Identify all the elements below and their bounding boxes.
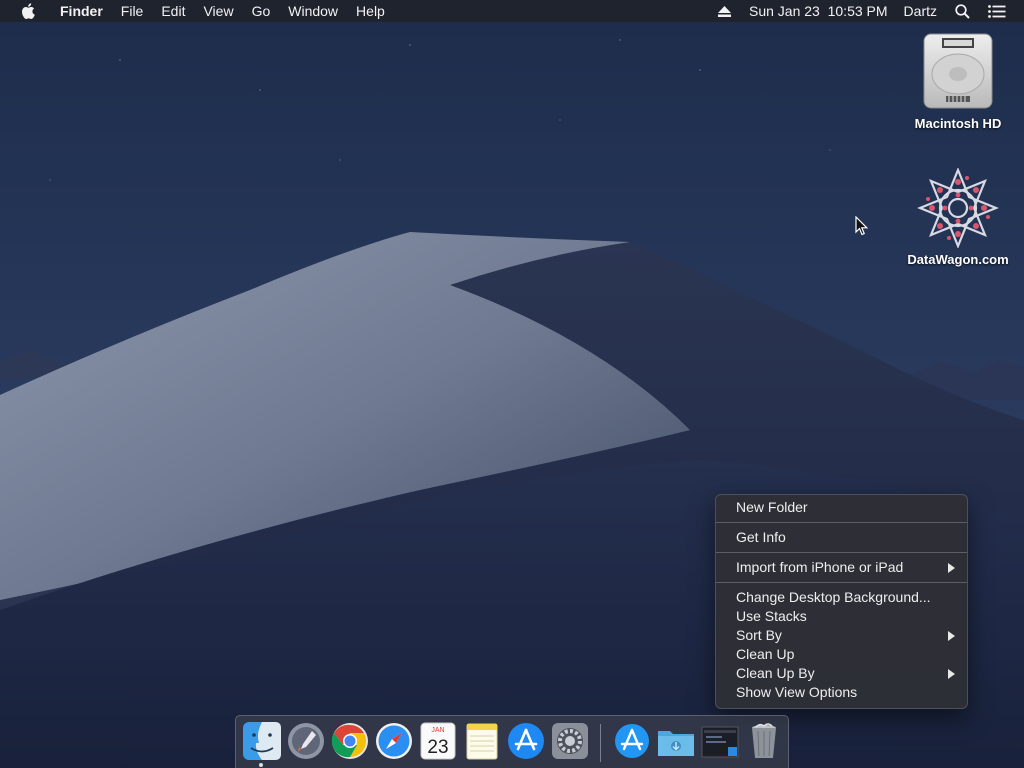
eject-icon[interactable] [712, 0, 737, 22]
context-item-label: New Folder [736, 499, 808, 515]
submenu-arrow-icon [948, 631, 955, 641]
context-item-import-from-iphone[interactable]: Import from iPhone or iPad [716, 558, 967, 577]
downloads-folder-icon[interactable] [656, 721, 696, 761]
submenu-arrow-icon [948, 669, 955, 679]
menu-window[interactable]: Window [279, 0, 347, 22]
mandala-disk-icon [917, 168, 999, 248]
context-item-label: Sort By [736, 627, 782, 643]
calendar-day: 23 [427, 737, 448, 758]
chrome-icon[interactable] [330, 721, 370, 761]
dock: JAN 23 [235, 715, 789, 768]
calendar-icon[interactable]: JAN 23 [418, 721, 458, 761]
dock-separator [600, 724, 601, 762]
context-item-label: Show View Options [736, 684, 858, 700]
menu-separator [716, 582, 967, 583]
menu-bar-left: Finder File Edit View Go Window Help [0, 0, 394, 22]
context-item-get-info[interactable]: Get Info [716, 528, 967, 547]
menu-edit[interactable]: Edit [152, 0, 194, 22]
desktop-icon-datawagon[interactable]: DataWagon.com [903, 168, 1013, 267]
context-item-use-stacks[interactable]: Use Stacks [716, 607, 967, 626]
menu-clock[interactable]: Sun Jan 23 10:53 PM [743, 0, 894, 22]
context-item-label: Import from iPhone or iPad [736, 559, 904, 575]
context-item-clean-up[interactable]: Clean Up [716, 645, 967, 664]
context-item-clean-up-by[interactable]: Clean Up By [716, 664, 967, 683]
trash-icon[interactable] [744, 721, 784, 761]
apple-icon[interactable] [17, 0, 39, 22]
app-store-icon[interactable] [506, 721, 546, 761]
desktop-icon-macintosh-hd[interactable]: Macintosh HD [903, 32, 1013, 131]
context-item-label: Clean Up By [736, 665, 815, 681]
menu-go[interactable]: Go [243, 0, 280, 22]
context-item-new-folder[interactable]: New Folder [716, 498, 967, 517]
screen-recording-icon[interactable] [700, 721, 740, 761]
context-item-label: Change Desktop Background... [736, 589, 931, 605]
context-item-sort-by[interactable]: Sort By [716, 626, 967, 645]
launchpad-icon[interactable] [286, 721, 326, 761]
context-item-label: Clean Up [736, 646, 795, 662]
menu-bar-status: Sun Jan 23 10:53 PM Dartz [712, 0, 1024, 22]
menu-app-finder[interactable]: Finder [51, 0, 112, 22]
menu-separator [716, 552, 967, 553]
calendar-month: JAN [431, 727, 444, 734]
menu-file[interactable]: File [112, 0, 153, 22]
menu-bar: Finder File Edit View Go Window Help Sun… [0, 0, 1024, 22]
menu-view[interactable]: View [194, 0, 242, 22]
notification-center-icon[interactable] [982, 0, 1012, 22]
system-preferences-icon[interactable] [550, 721, 590, 761]
hard-drive-icon [923, 33, 993, 109]
applications-folder-icon[interactable] [612, 721, 652, 761]
running-indicator [259, 763, 263, 767]
mouse-cursor-icon [855, 216, 869, 236]
submenu-arrow-icon [948, 563, 955, 573]
desktop-icon-label: Macintosh HD [914, 116, 1002, 131]
finder-icon[interactable] [242, 721, 282, 761]
context-item-label: Use Stacks [736, 608, 807, 624]
menu-user[interactable]: Dartz [898, 0, 943, 22]
desktop-icon-label: DataWagon.com [907, 252, 1009, 267]
desktop-context-menu: New Folder Get Info Import from iPhone o… [715, 494, 968, 709]
context-item-change-desktop-background[interactable]: Change Desktop Background... [716, 588, 967, 607]
context-item-label: Get Info [736, 529, 786, 545]
notes-icon[interactable] [462, 721, 502, 761]
context-item-show-view-options[interactable]: Show View Options [716, 683, 967, 702]
spotlight-search-icon[interactable] [949, 0, 976, 22]
menu-help[interactable]: Help [347, 0, 394, 22]
menu-separator [716, 522, 967, 523]
safari-icon[interactable] [374, 721, 414, 761]
